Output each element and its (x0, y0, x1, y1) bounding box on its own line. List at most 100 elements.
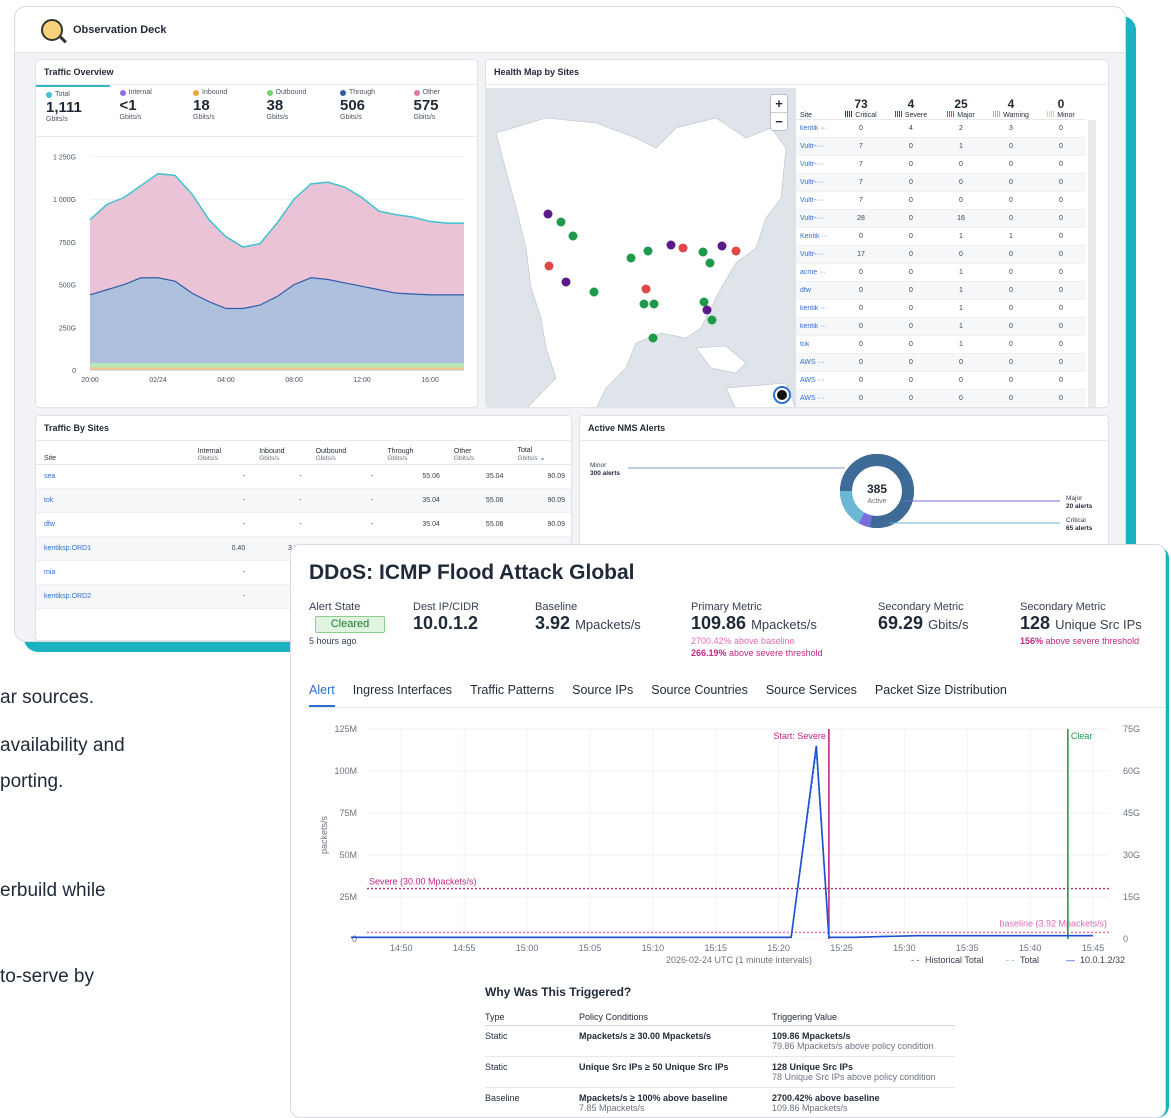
health-row-site[interactable]: AWS ··· (796, 359, 836, 366)
legend-label[interactable]: 10.0.1.2/32 (1080, 955, 1125, 965)
zoom-out-button[interactable]: − (771, 112, 787, 130)
health-row[interactable]: dfw 0 0 1 0 0 (796, 282, 1086, 300)
site-marker[interactable] (568, 231, 578, 241)
tab-ingress-interfaces[interactable]: Ingress Interfaces (353, 683, 452, 707)
site-marker[interactable] (556, 217, 566, 227)
site-marker[interactable] (648, 333, 658, 343)
health-row[interactable]: tok 0 0 1 0 0 (796, 336, 1086, 354)
traffic-tab-through[interactable]: Through 506 Gbits/s (330, 85, 404, 136)
health-row-site[interactable]: kentik ··· (796, 323, 836, 330)
health-row-site[interactable]: kentik ··· (796, 305, 836, 312)
tab-packet-size-distribution[interactable]: Packet Size Distribution (875, 683, 1007, 707)
site-link[interactable]: tok (36, 488, 190, 513)
column-header-name: Internal (197, 448, 222, 455)
health-row-site[interactable]: Vultr-··· (796, 161, 836, 168)
sort-chevron-down-icon[interactable]: ⌄ (540, 455, 545, 462)
health-row[interactable]: AWS ··· 0 0 0 0 0 (796, 354, 1086, 372)
dest-ip-value[interactable]: 10.0.1.2 (413, 613, 479, 634)
health-row-site[interactable]: kentik ··· (796, 125, 836, 132)
health-map[interactable] (486, 88, 796, 408)
health-table-scrollbar[interactable] (1088, 120, 1096, 407)
health-row[interactable]: AWS ··· 0 0 0 0 0 (796, 372, 1086, 390)
site-marker[interactable] (544, 261, 554, 271)
site-marker[interactable] (702, 305, 712, 315)
health-row-site[interactable]: AWS ··· (796, 377, 836, 384)
column-header-inbound[interactable]: Inbound Gbits/s (251, 441, 308, 465)
legend-label[interactable]: Historical Total (925, 955, 983, 965)
severity-column-major[interactable]: 25 Major (936, 97, 986, 119)
traffic-tab-outbound[interactable]: Outbound 38 Gbits/s (257, 85, 331, 136)
column-header-site[interactable]: Site (36, 441, 190, 465)
health-row-site[interactable]: Vultr-··· (796, 251, 836, 258)
health-row-site[interactable]: acme ··· (796, 269, 836, 276)
health-row-site[interactable]: AWS ··· (796, 395, 836, 402)
health-row-site[interactable]: Vultr-··· (796, 143, 836, 150)
site-link[interactable]: kentiksp.ORD1 (36, 536, 190, 561)
health-row[interactable]: kentik ··· 0 0 1 0 0 (796, 318, 1086, 336)
health-row[interactable]: acme ··· 0 0 1 0 0 (796, 264, 1086, 282)
health-row[interactable]: Vultr-··· 7 0 0 0 0 (796, 156, 1086, 174)
traffic-tab-total[interactable]: Total 1,111 Gbits/s (36, 85, 110, 136)
column-header-through[interactable]: Through Gbits/s (379, 441, 446, 465)
site-marker[interactable] (698, 247, 708, 257)
health-row[interactable]: Kentik ··· 0 0 1 1 0 (796, 228, 1086, 246)
column-header-internal[interactable]: Internal Gbits/s (189, 441, 252, 465)
severity-column-severe[interactable]: 4 Severe (886, 97, 936, 119)
health-row-site[interactable]: dfw (796, 287, 836, 294)
health-row[interactable]: Vultr-··· 7 0 0 0 0 (796, 174, 1086, 192)
site-marker[interactable] (643, 246, 653, 256)
site-marker[interactable] (678, 243, 688, 253)
health-row-site[interactable]: Vultr-··· (796, 215, 836, 222)
traffic-tab-other[interactable]: Other 575 Gbits/s (404, 85, 478, 136)
tab-traffic-patterns[interactable]: Traffic Patterns (470, 683, 554, 707)
column-header-outbound[interactable]: Outbound Gbits/s (307, 441, 380, 465)
column-header-other[interactable]: Other Gbits/s (445, 441, 510, 465)
severity-column-critical[interactable]: 73 Critical (836, 97, 886, 119)
health-row-site[interactable]: Vultr-··· (796, 197, 836, 204)
traffic-tab-inbound[interactable]: Inbound 18 Gbits/s (183, 85, 257, 136)
health-row-site[interactable]: Kentik ··· (796, 233, 836, 240)
site-marker[interactable] (705, 258, 715, 268)
site-link[interactable]: dfw (36, 512, 190, 537)
zoom-in-button[interactable]: + (771, 95, 787, 112)
tab-source-countries[interactable]: Source Countries (651, 683, 748, 707)
site-link[interactable]: kentiksp.ORD2 (36, 584, 190, 609)
health-row[interactable]: kentik ··· 0 4 2 3 0 (796, 120, 1086, 138)
severity-column-minor[interactable]: 0 Minor (1036, 97, 1086, 119)
site-marker[interactable] (589, 287, 599, 297)
site-marker[interactable] (666, 240, 676, 250)
tab-alert[interactable]: Alert (309, 683, 335, 707)
tab-source-ips[interactable]: Source IPs (572, 683, 633, 707)
site-marker[interactable] (649, 299, 659, 309)
site-marker[interactable] (639, 299, 649, 309)
site-marker[interactable] (561, 277, 571, 287)
site-marker[interactable] (699, 297, 709, 307)
traffic-tab-internal[interactable]: Internal <1 Gbits/s (110, 85, 184, 136)
site-link[interactable]: sea (36, 464, 190, 489)
site-marker[interactable] (717, 241, 727, 251)
site-link[interactable]: mia (36, 560, 190, 585)
site-marker[interactable] (707, 315, 717, 325)
health-row-count: 0 (959, 179, 963, 186)
health-row-site[interactable]: tok (796, 341, 836, 348)
severity-column-warning[interactable]: 4 Warning (986, 97, 1036, 119)
legend-dot-icon (413, 89, 420, 96)
health-row[interactable]: Vultr-··· 7 0 1 0 0 (796, 138, 1086, 156)
health-row[interactable]: Vultr-··· 17 0 0 0 0 (796, 246, 1086, 264)
site-marker[interactable] (626, 253, 636, 263)
health-row[interactable]: Vultr-··· 28 0 16 0 0 (796, 210, 1086, 228)
legend-label[interactable]: Total (1020, 955, 1039, 965)
tab-source-services[interactable]: Source Services (766, 683, 857, 707)
site-marker[interactable] (731, 246, 741, 256)
table-row[interactable]: tok - - -35.04 55.06 90.09 (36, 488, 571, 513)
site-marker[interactable] (543, 209, 553, 219)
health-row[interactable]: kentik ··· 0 0 1 0 0 (796, 300, 1086, 318)
table-row[interactable]: dfw - - -35.04 55.06 90.09 (36, 512, 571, 537)
dest-ip: Dest IP/CIDR 10.0.1.2 (413, 601, 479, 634)
site-marker[interactable] (641, 284, 651, 294)
table-row[interactable]: sea - - -55.06 35.04 90.09 (36, 464, 571, 489)
health-row[interactable]: Vultr-··· 7 0 0 0 0 (796, 192, 1086, 210)
health-row-site[interactable]: Vultr-··· (796, 179, 836, 186)
health-row[interactable]: AWS ··· 0 0 0 0 0 (796, 390, 1086, 407)
column-header-total[interactable]: Total Gbits/s ⌄ (509, 441, 571, 465)
